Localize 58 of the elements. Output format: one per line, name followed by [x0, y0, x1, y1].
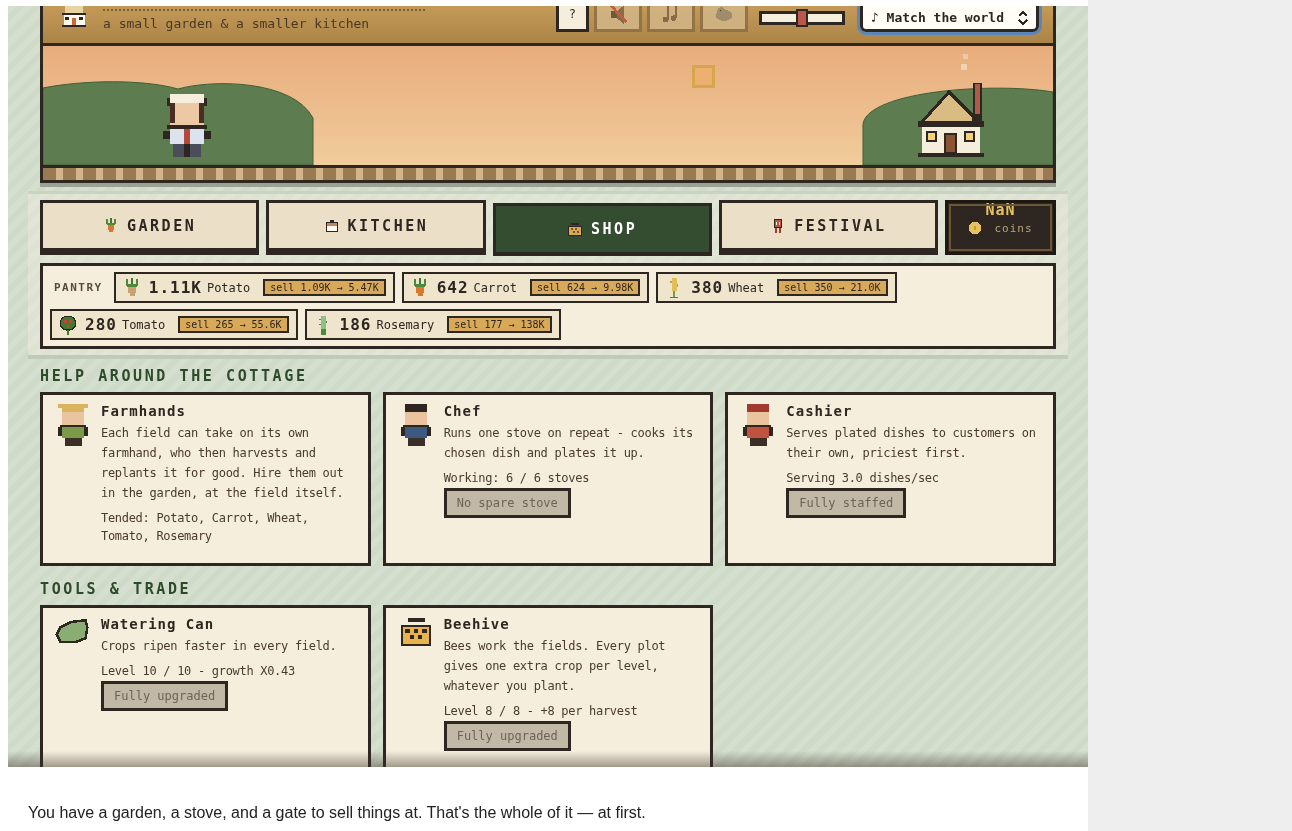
chef-drawing: [398, 403, 433, 447]
card-description: Bees work the fields. Every plot gives one extra crop per level, whatever you plant.: [443, 638, 667, 695]
sound-toggle-button[interactable]: [593, 6, 642, 32]
card-description: Runs one stove on repeat - cooks its chosen dish and plates it up.: [443, 425, 694, 462]
crop-count: 186: [339, 315, 372, 334]
intro-paragraph: You have a garden, a stove, and a gate to sell things at. That's the whole of it — at first.: [28, 804, 647, 822]
watering-can-icon: [55, 616, 91, 646]
nav-tab[interactable]: SHOP: [492, 203, 712, 256]
help-button[interactable]: ?: [555, 6, 589, 32]
card-title: Chef: [443, 403, 482, 419]
up-down-caret-icon: [1018, 10, 1028, 25]
sound-toggle-button[interactable]: [699, 6, 748, 32]
sound-toggle-button[interactable]: [646, 6, 695, 32]
card-title: Cashier: [786, 403, 853, 419]
sell-button[interactable]: sell 177 → 138K: [447, 316, 552, 333]
card-description: Each field can take on its own farmhand, who then harvests and replants it for good. Hire them out in the garden, at the field itself.: [101, 425, 345, 502]
card-status: Working: 6 / 6 stoves: [443, 470, 590, 487]
card-status: Level 8 / 8 - +8 per harvest: [443, 703, 638, 720]
card-status: Serving 3.0 dishes/sec: [786, 470, 939, 487]
crop-count: 1.11K: [148, 278, 202, 297]
cashier-drawing: [741, 403, 776, 447]
pot-icon: [323, 217, 340, 234]
basket-icon: [567, 221, 584, 237]
card-title: Farmhands: [101, 403, 186, 419]
crop-name: Rosemary: [376, 317, 435, 332]
sell-button[interactable]: sell 624 → 9.98K: [529, 279, 641, 296]
square-marker: [691, 64, 715, 88]
sell-button[interactable]: sell 265 → 55.6K: [178, 316, 289, 333]
coin-label: coins: [994, 221, 1033, 235]
tomato-plant-icon: [58, 314, 78, 335]
cook-character-drawing: [163, 94, 211, 157]
slider-thumb[interactable]: [795, 9, 808, 27]
music-select[interactable]: ♪ Match the world: [859, 6, 1039, 32]
crop-count: 642: [436, 278, 469, 297]
subtitle: a small garden & a smaller kitchen: [103, 9, 425, 31]
card-description: Crops ripen faster in every field.: [101, 638, 337, 655]
sell-button[interactable]: sell 350 → 21.0K: [777, 279, 888, 296]
farmer-drawing: [56, 403, 90, 447]
crop-count: 280: [85, 315, 117, 334]
nav-tab[interactable]: KITCHEN: [266, 200, 486, 255]
nav-tab[interactable]: FESTIVAL: [718, 200, 938, 255]
section-heading: HELP AROUND THE COTTAGE: [40, 367, 309, 385]
crop-name: Carrot: [473, 280, 517, 295]
volume-slider[interactable]: [758, 11, 845, 25]
card-status: Level 10 / 10 - growth X0.43: [101, 663, 295, 680]
crop-name: Tomato: [121, 317, 166, 332]
nav-tab[interactable]: GARDEN: [40, 200, 260, 255]
sell-button[interactable]: sell 1.09K → 5.47K: [263, 279, 386, 296]
card-title: Watering Can: [101, 616, 215, 632]
coin-icon: [968, 221, 983, 235]
crop-count: 380: [691, 278, 724, 297]
card-title: Beehive: [443, 616, 510, 632]
card-description: Serves plated dishes to customers on their own, priciest first.: [786, 425, 1037, 462]
crop-name: Potato: [206, 280, 251, 295]
pantry-label: PANTRY: [53, 281, 104, 294]
section-heading: TOOLS & TRADE: [40, 580, 193, 598]
card-status: Tended: Potato, Carrot, Wheat, Tomato, Rosemary: [101, 510, 310, 545]
crop-name: Wheat: [728, 280, 765, 295]
